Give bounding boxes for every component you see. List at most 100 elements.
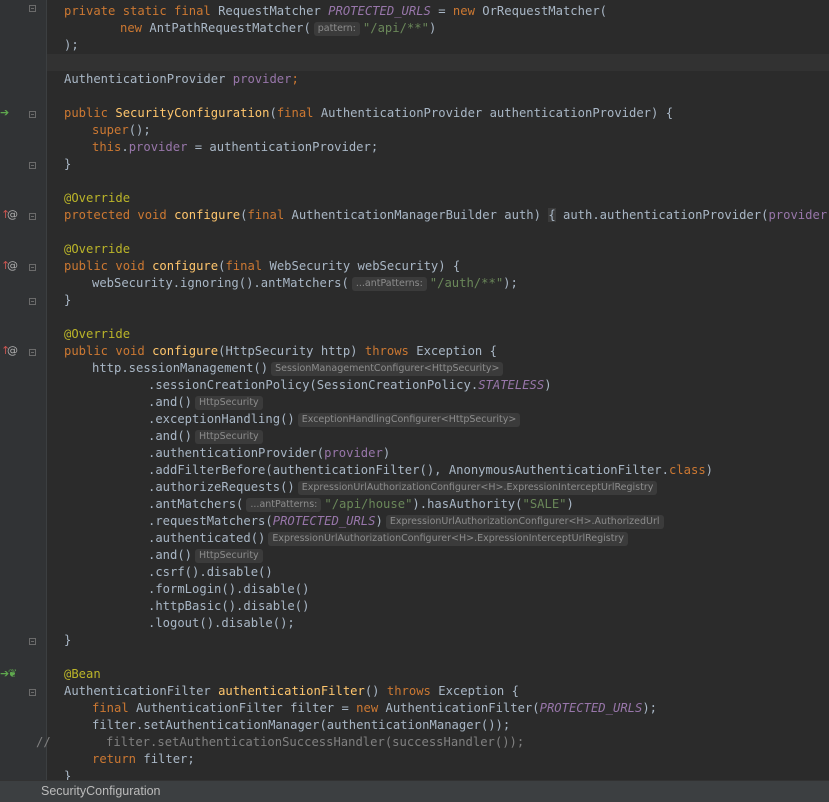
keyword: return <box>92 752 137 766</box>
code-text: filter; <box>136 752 195 766</box>
code-text: .formLogin().disable() <box>148 582 310 596</box>
string-literal: "/api/**" <box>362 21 429 35</box>
code-line[interactable]: final AuthenticationFilter filter = new … <box>92 700 657 717</box>
constant: STATELESS <box>478 378 545 392</box>
keyword: new <box>356 701 379 715</box>
code-line[interactable]: .and() HttpSecurity <box>148 394 266 411</box>
code-line[interactable]: } <box>64 632 71 649</box>
type-hint: ExceptionHandlingConfigurer<HttpSecurity… <box>297 413 521 427</box>
code-editor[interactable]: private static final RequestMatcher PROT… <box>0 0 829 780</box>
field: provider <box>324 446 383 460</box>
annotation: @Override <box>64 191 131 205</box>
code-text: AntPathRequestMatcher( <box>142 21 311 35</box>
code-text: Exception { <box>408 344 497 358</box>
code-text: } <box>64 769 72 780</box>
code-line[interactable]: .csrf().disable() <box>148 564 273 581</box>
keyword: super <box>92 123 129 137</box>
code-text: http.sessionManagement() <box>92 361 269 375</box>
code-line[interactable]: .antMatchers(...antPatterns: "/api/house"… <box>148 496 574 513</box>
keyword: new <box>452 4 475 18</box>
code-line[interactable]: .httpBasic().disable() <box>148 598 309 615</box>
code-line[interactable]: .authenticationProvider(provider) <box>148 445 390 462</box>
constant: PROTECTED_URLS <box>272 514 376 528</box>
code-text: AuthenticationFilter( <box>378 701 540 715</box>
method-name: configure <box>174 208 241 222</box>
code-text: .and() <box>148 395 193 409</box>
code-text: .csrf().disable() <box>148 565 273 579</box>
annotation: @Bean <box>64 667 101 681</box>
code-text: ); <box>642 701 658 715</box>
code-line[interactable]: // <box>36 734 51 751</box>
code-text: = authenticationProvider; <box>187 140 379 154</box>
keyword: new <box>120 21 143 35</box>
code-line[interactable]: @Override <box>64 326 130 343</box>
code-line[interactable]: @Override <box>64 241 130 258</box>
code-text: } <box>64 633 72 647</box>
code-line[interactable]: .and() HttpSecurity <box>148 547 266 564</box>
code-line[interactable]: .authenticated() ExpressionUrlAuthorizati… <box>148 530 631 547</box>
code-text: ) <box>375 514 383 528</box>
code-text: auth.authenticationProvider( <box>555 208 769 222</box>
code-line[interactable]: ); <box>64 37 79 54</box>
code-line[interactable]: filter.setAuthenticationManager(authenti… <box>92 717 510 734</box>
code-text: .httpBasic().disable() <box>148 599 310 613</box>
keyword: class <box>668 463 706 477</box>
code-line[interactable]: webSecurity.ignoring().antMatchers(...an… <box>92 275 518 292</box>
code-line[interactable]: .addFilterBefore(authenticationFilter(),… <box>148 462 713 479</box>
code-line[interactable]: .logout().disable(); <box>148 615 295 632</box>
code-text: } <box>64 293 72 307</box>
code-line[interactable]: http.sessionManagement() SessionManagemen… <box>92 360 506 377</box>
code-line[interactable]: } <box>64 768 71 780</box>
code-line[interactable]: .formLogin().disable() <box>148 581 309 598</box>
parameter-hint: ...antPatterns: <box>351 277 427 291</box>
code-line[interactable]: public SecurityConfiguration(final Authe… <box>64 105 673 122</box>
code-line[interactable]: protected void configure(final Authentic… <box>64 207 829 224</box>
field: provider <box>128 140 188 154</box>
string-literal: "/api/house" <box>324 497 413 511</box>
code-line[interactable]: AuthenticationProvider provider; <box>64 71 299 88</box>
code-line[interactable]: .requestMatchers(PROTECTED_URLS) Expressi… <box>148 513 667 530</box>
code-line[interactable]: super(); <box>92 122 151 139</box>
type-hint: HttpSecurity <box>195 549 263 563</box>
code-text: .authenticated() <box>148 531 266 545</box>
code-text: (); <box>128 123 151 137</box>
code-text: .sessionCreationPolicy(SessionCreationPo… <box>148 378 479 392</box>
code-line[interactable]: public void configure(final WebSecurity … <box>64 258 460 275</box>
constant: PROTECTED_URLS <box>328 4 431 18</box>
parameter-hint: ...antPatterns: <box>246 498 322 512</box>
code-line[interactable]: @Bean <box>64 666 101 683</box>
code-text: WebSecurity webSecurity) { <box>262 259 461 273</box>
code-line[interactable]: .and() HttpSecurity <box>148 428 266 445</box>
code-text: .exceptionHandling() <box>148 412 295 426</box>
keyword: public void <box>64 344 145 358</box>
code-line[interactable]: @Override <box>64 190 130 207</box>
keyword: public <box>64 106 109 120</box>
type-hint: HttpSecurity <box>195 396 263 410</box>
field: provider <box>768 208 828 222</box>
breadcrumb[interactable]: SecurityConfiguration <box>41 784 161 798</box>
semicolon: ; <box>291 72 299 86</box>
parameter-hint: pattern: <box>313 22 360 36</box>
code-line[interactable]: return filter; <box>92 751 195 768</box>
code-line[interactable]: private static final RequestMatcher PROT… <box>64 3 607 20</box>
code-line[interactable]: } <box>64 292 71 309</box>
comment: filter.setAuthenticationSuccessHandler(s… <box>106 735 525 749</box>
code-line[interactable]: filter.setAuthenticationSuccessHandler(s… <box>106 734 524 751</box>
code-line[interactable]: new AntPathRequestMatcher(pattern: "/api/… <box>120 20 436 37</box>
method-name: SecurityConfiguration <box>115 106 270 120</box>
keyword: protected void <box>64 208 167 222</box>
code-line[interactable]: .authorizeRequests() ExpressionUrlAuthori… <box>148 479 660 496</box>
code-text: ); <box>503 276 518 290</box>
folded-brace[interactable]: { <box>548 208 556 222</box>
code-line[interactable]: AuthenticationFilter authenticationFilte… <box>64 683 519 700</box>
code-line[interactable]: } <box>64 156 71 173</box>
comment-marker: // <box>36 735 51 749</box>
code-text: Exception { <box>430 684 519 698</box>
code-line[interactable]: this.provider = authenticationProvider; <box>92 139 378 156</box>
code-line[interactable]: .sessionCreationPolicy(SessionCreationPo… <box>148 377 552 394</box>
breadcrumb-bar: SecurityConfiguration <box>0 780 829 802</box>
code-line[interactable]: .exceptionHandling() ExceptionHandlingCon… <box>148 411 523 428</box>
code-line[interactable]: public void configure(HttpSecurity http)… <box>64 343 497 360</box>
code-text: ) <box>382 446 391 460</box>
